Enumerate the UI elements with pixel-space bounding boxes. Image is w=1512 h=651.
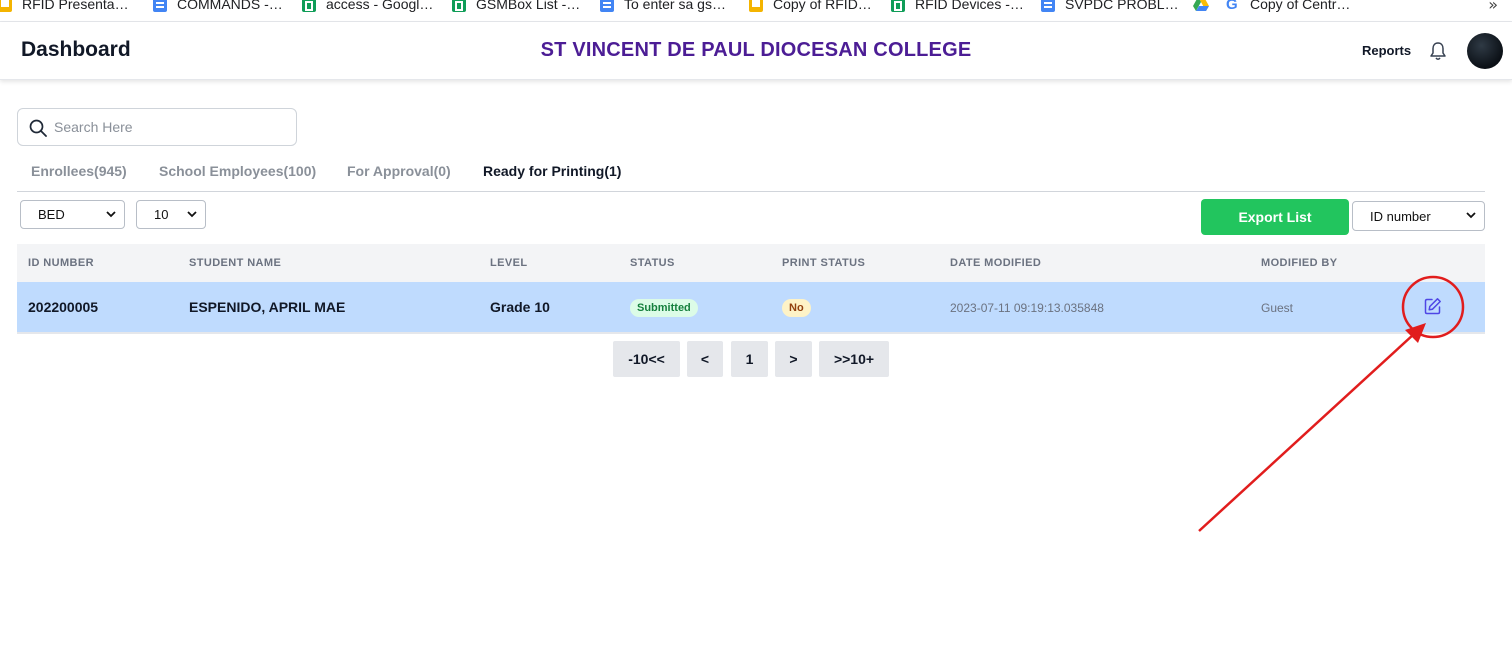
school-name: ST VINCENT DE PAUL DIOCESAN COLLEGE xyxy=(540,39,972,61)
tab-ready-for-printing[interactable]: Ready for Printing(1) xyxy=(483,163,621,179)
column-header-student-name: STUDENT NAME xyxy=(189,257,282,269)
page-title: Dashboard xyxy=(21,38,131,61)
tab-bar: Enrollees(945) School Employees(100) For… xyxy=(17,158,1485,192)
app-header: Dashboard ST VINCENT DE PAUL DIOCESAN CO… xyxy=(0,22,1512,80)
bookmark-label: To enter sa gs… xyxy=(624,0,726,12)
bookmark-item[interactable]: SVPDC PROBL… xyxy=(1041,0,1179,14)
bookmark-label: access - Googl… xyxy=(326,0,434,12)
pagination-prev-10-button[interactable]: -10<< xyxy=(613,341,680,377)
department-select[interactable]: BED xyxy=(20,200,125,229)
avatar[interactable] xyxy=(1467,33,1503,69)
bookmark-item[interactable]: access - Googl… xyxy=(302,0,433,14)
column-header-print-status: PRINT STATUS xyxy=(782,257,866,269)
tab-enrollees[interactable]: Enrollees(945) xyxy=(31,163,127,179)
pagination-next-10-button[interactable]: >>10+ xyxy=(819,341,889,377)
cell-student-name: ESPENIDO, APRIL MAE xyxy=(189,299,346,315)
cell-id-number: 202200005 xyxy=(28,299,99,315)
cell-modified-by: Guest xyxy=(1261,301,1294,315)
school-name-wrapper: ST VINCENT DE PAUL DIOCESAN COLLEGE xyxy=(0,39,1512,62)
table-header: ID NUMBER STUDENT NAME LEVEL STATUS PRIN… xyxy=(17,244,1485,282)
sort-select[interactable]: ID number xyxy=(1352,201,1485,231)
chevron-down-icon xyxy=(106,211,116,218)
tab-for-approval[interactable]: For Approval(0) xyxy=(347,163,451,179)
column-header-status: STATUS xyxy=(630,257,675,269)
tab-school-employees[interactable]: School Employees(100) xyxy=(159,163,316,179)
page-size-select-value: 10 xyxy=(154,207,169,222)
search-icon xyxy=(29,119,47,137)
docs-icon xyxy=(153,0,167,12)
sheets-icon xyxy=(891,0,905,12)
bookmark-label: Copy of Centr… xyxy=(1250,0,1351,12)
column-header-date-modified: DATE MODIFIED xyxy=(950,257,1042,269)
column-header-modified-by: MODIFIED BY xyxy=(1261,257,1338,269)
bookmarks-bar: RFID Presenta… COMMANDS -… access - Goog… xyxy=(0,0,1512,22)
bookmark-item[interactable] xyxy=(1193,0,1219,14)
bookmark-label: RFID Presenta… xyxy=(22,0,129,12)
bookmark-item[interactable]: G Copy of Centr… xyxy=(1226,0,1350,14)
bookmark-item[interactable]: RFID Presenta… xyxy=(0,0,129,14)
pagination-page-button[interactable]: 1 xyxy=(731,341,768,377)
google-icon: G xyxy=(1226,0,1238,13)
records-table: ID NUMBER STUDENT NAME LEVEL STATUS PRIN… xyxy=(17,244,1485,334)
column-header-level: LEVEL xyxy=(490,257,528,269)
chevron-down-icon xyxy=(1466,212,1476,219)
export-list-button[interactable]: Export List xyxy=(1201,199,1349,235)
drive-icon xyxy=(1193,0,1209,11)
annotation-arrow-line xyxy=(1198,333,1415,532)
search-box xyxy=(17,108,297,146)
bell-icon[interactable] xyxy=(1429,41,1447,61)
sort-select-value: ID number xyxy=(1370,208,1431,224)
bookmark-label: GSMBox List -… xyxy=(476,0,581,12)
slides-icon xyxy=(0,0,12,12)
slides-icon xyxy=(749,0,763,12)
bookmark-label: RFID Devices -… xyxy=(915,0,1024,12)
chevron-down-icon xyxy=(187,211,197,218)
docs-icon xyxy=(1041,0,1055,12)
bookmark-item[interactable]: COMMANDS -… xyxy=(153,0,283,14)
bookmark-item[interactable]: GSMBox List -… xyxy=(452,0,580,14)
bookmark-label: SVPDC PROBL… xyxy=(1065,0,1179,12)
bookmark-label: Copy of RFID… xyxy=(773,0,872,12)
column-header-id-number: ID NUMBER xyxy=(28,257,94,269)
bookmark-item[interactable]: To enter sa gs… xyxy=(600,0,726,14)
page-size-select[interactable]: 10 xyxy=(136,200,206,229)
edit-icon[interactable] xyxy=(1424,297,1442,315)
sheets-icon xyxy=(302,0,316,12)
pagination-prev-button[interactable]: < xyxy=(687,341,723,377)
print-status-badge: No xyxy=(782,299,811,317)
reports-link[interactable]: Reports xyxy=(1362,43,1411,58)
bookmarks-overflow-button[interactable]: » xyxy=(1488,0,1498,14)
table-row[interactable]: 202200005 ESPENIDO, APRIL MAE Grade 10 S… xyxy=(17,282,1485,334)
search-input[interactable] xyxy=(54,119,284,135)
cell-date-modified: 2023-07-11 09:19:13.035848 xyxy=(950,301,1104,315)
status-badge: Submitted xyxy=(630,299,698,317)
bookmark-item[interactable]: Copy of RFID… xyxy=(749,0,872,14)
department-select-value: BED xyxy=(38,207,65,222)
cell-level: Grade 10 xyxy=(490,299,550,315)
bookmark-item[interactable]: RFID Devices -… xyxy=(891,0,1024,14)
bookmark-label: COMMANDS -… xyxy=(177,0,283,12)
sheets-icon xyxy=(452,0,466,12)
pagination-next-button[interactable]: > xyxy=(775,341,812,377)
docs-icon xyxy=(600,0,614,12)
